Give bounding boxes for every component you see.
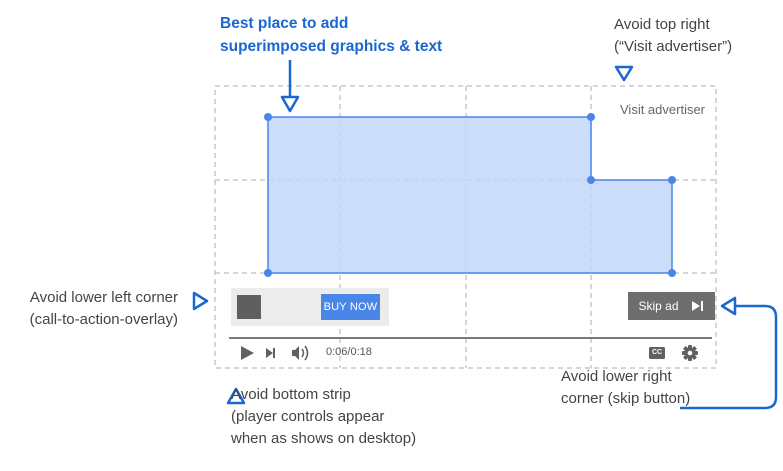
bottom-note-line-1: Avoid bottom strip xyxy=(231,386,351,403)
visit-advertiser-label[interactable]: Visit advertiser xyxy=(620,102,705,117)
call-to-action-overlay: BUY NOW xyxy=(231,288,389,326)
next-button[interactable] xyxy=(263,343,279,363)
skip-ad-button[interactable]: Skip ad xyxy=(628,292,715,320)
vertex-point xyxy=(264,269,272,277)
title-arrow-head xyxy=(280,95,300,113)
vertex-point xyxy=(668,176,676,184)
vertex-point xyxy=(264,113,272,121)
skip-ad-label: Skip ad xyxy=(638,299,679,313)
top-right-triangle-icon xyxy=(614,65,634,82)
skip-next-icon xyxy=(691,301,703,311)
vertex-point xyxy=(668,269,676,277)
left-note-line-1: Avoid lower left corner xyxy=(29,289,178,306)
cta-thumbnail xyxy=(237,295,261,319)
settings-button[interactable] xyxy=(680,343,700,363)
right-note-line-2: corner (skip button) xyxy=(561,390,691,407)
title-line-2: superimposed graphics & text xyxy=(220,38,443,55)
left-triangle-icon xyxy=(192,291,209,311)
volume-button[interactable] xyxy=(289,343,311,363)
top-right-note-line-1: Avoid top right xyxy=(614,16,710,33)
safe-area-region xyxy=(267,116,673,274)
play-button[interactable] xyxy=(238,343,258,363)
right-note-line-1: Avoid lower right xyxy=(561,368,672,385)
buy-now-button[interactable]: BUY NOW xyxy=(321,294,380,320)
top-right-note-line-2: (“Visit advertiser”) xyxy=(614,38,733,55)
bottom-note-line-2: (player controls appear xyxy=(231,408,385,425)
bottom-note-line-3: when as shows on desktop) xyxy=(231,430,417,447)
title-line-1: Best place to add xyxy=(220,15,349,32)
vertex-point xyxy=(587,176,595,184)
cc-label[interactable]: CC xyxy=(649,347,665,359)
vertex-point xyxy=(587,113,595,121)
left-note-line-2: (call-to-action-overlay) xyxy=(29,311,178,328)
progress-bar[interactable] xyxy=(229,337,712,339)
right-triangle-icon xyxy=(720,296,737,316)
time-display: 0:06/0:18 xyxy=(326,346,372,358)
